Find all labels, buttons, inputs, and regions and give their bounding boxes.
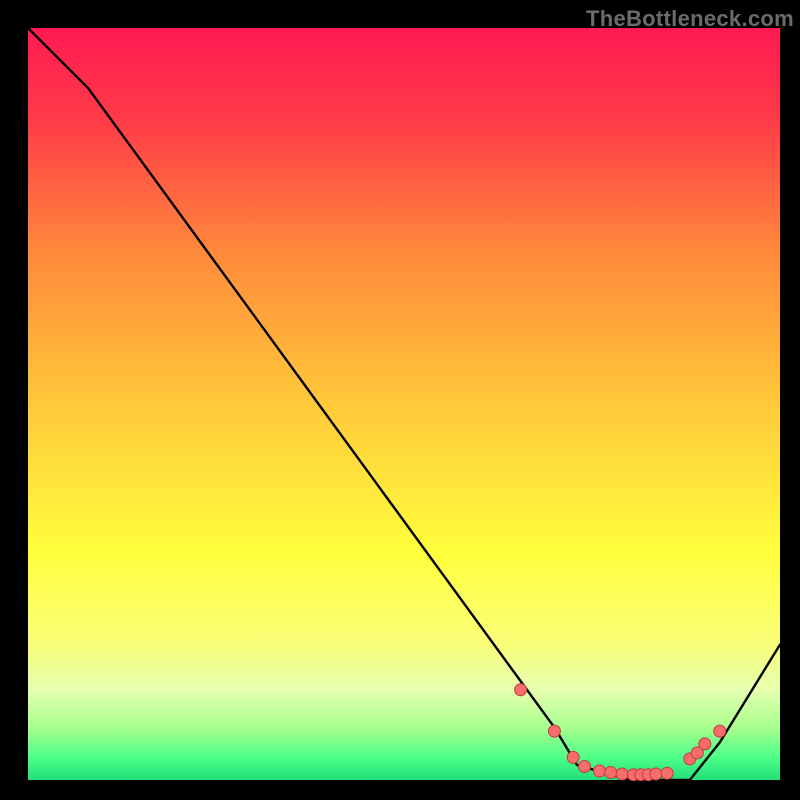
watermark-text: TheBottleneck.com bbox=[586, 6, 794, 32]
chart-svg bbox=[0, 0, 800, 800]
curve-marker bbox=[616, 768, 628, 780]
curve-marker bbox=[699, 738, 711, 750]
chart-container: TheBottleneck.com bbox=[0, 0, 800, 800]
plot-background bbox=[28, 28, 780, 780]
curve-marker bbox=[567, 751, 579, 763]
curve-marker bbox=[515, 684, 527, 696]
curve-marker bbox=[714, 725, 726, 737]
curve-marker bbox=[661, 767, 673, 779]
curve-marker bbox=[650, 768, 662, 780]
curve-marker bbox=[579, 761, 591, 773]
curve-marker bbox=[548, 725, 560, 737]
curve-marker bbox=[605, 767, 617, 779]
curve-marker bbox=[594, 765, 606, 777]
